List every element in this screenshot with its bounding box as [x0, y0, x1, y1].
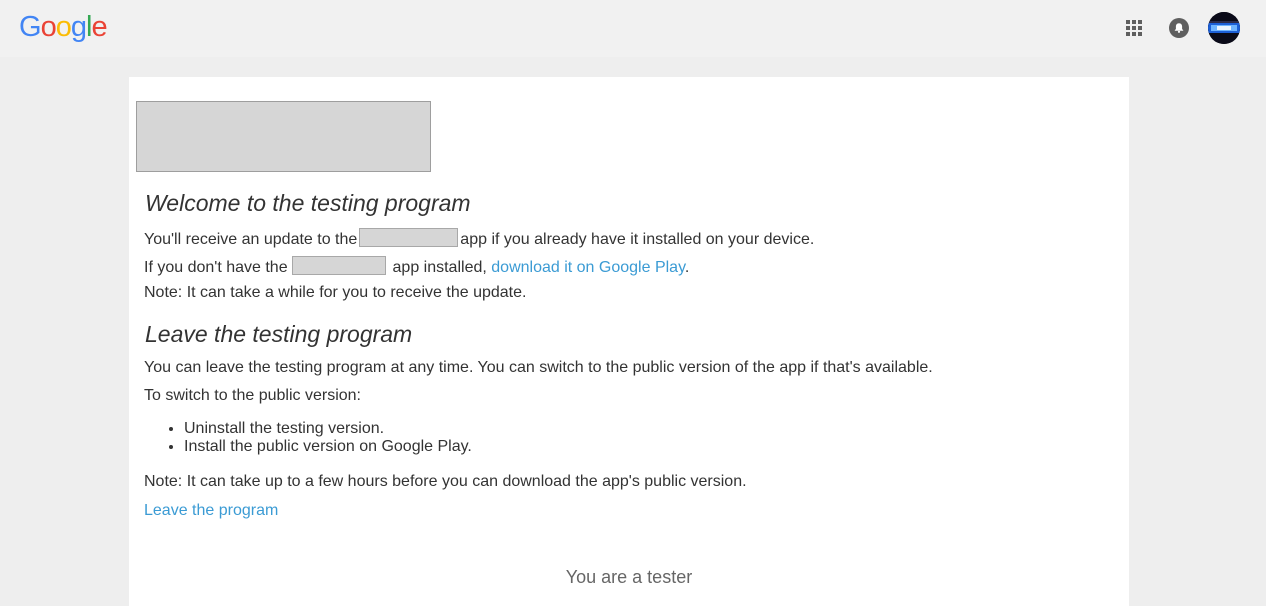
- welcome-note: Note: It can take a while for you to rec…: [144, 284, 527, 301]
- account-avatar[interactable]: [1208, 12, 1240, 44]
- logo-letter-o1: o: [40, 11, 57, 43]
- redacted-app-name-2: [292, 256, 387, 275]
- welcome-line-1-end: app if you already have it installed on …: [460, 231, 815, 248]
- welcome-line-2-period: .: [684, 259, 690, 276]
- download-google-play-link[interactable]: download it on Google Play: [491, 259, 685, 276]
- logo-letter-o2: o: [55, 11, 72, 43]
- bell-glyph-icon: [1174, 23, 1184, 33]
- leave-link-line: Leave the program: [144, 502, 278, 520]
- welcome-line-2: If you don't have the app installed, dow…: [144, 256, 689, 277]
- welcome-heading: Welcome to the testing program: [145, 190, 471, 216]
- avatar-image: [1208, 12, 1240, 44]
- leave-heading: Leave the testing program: [145, 321, 413, 347]
- leave-intro: You can leave the testing program at any…: [144, 359, 933, 376]
- logo-letter-g: G: [19, 11, 42, 43]
- redacted-app-name: [359, 228, 459, 247]
- switch-steps-list: Uninstall the testing version. Install t…: [144, 420, 472, 456]
- welcome-line-2-middle: app installed,: [392, 259, 487, 276]
- tester-status: You are a tester: [565, 567, 693, 587]
- welcome-line-2-start: If you don't have the: [144, 259, 288, 276]
- google-logo[interactable]: Google: [19, 9, 108, 45]
- welcome-line-1: You'll receive an update to the app if yo…: [144, 228, 814, 249]
- apps-grid-icon[interactable]: [1126, 20, 1142, 36]
- logo-letter-g2: g: [70, 11, 87, 43]
- list-item: Install the public version on Google Pla…: [184, 438, 472, 456]
- leave-note: Note: It can take up to a few hours befo…: [144, 473, 747, 490]
- top-bar: Google: [0, 0, 1266, 57]
- welcome-line-1-start: You'll receive an update to the: [144, 231, 358, 248]
- switch-label: To switch to the public version:: [144, 387, 361, 404]
- notifications-bell-icon[interactable]: [1169, 18, 1189, 38]
- content-card: Welcome to the testing program You'll re…: [129, 77, 1129, 606]
- logo-letter-e: e: [91, 11, 107, 43]
- leave-program-link[interactable]: Leave the program: [144, 502, 278, 519]
- app-banner-placeholder: [136, 101, 431, 172]
- list-item: Uninstall the testing version.: [184, 420, 472, 438]
